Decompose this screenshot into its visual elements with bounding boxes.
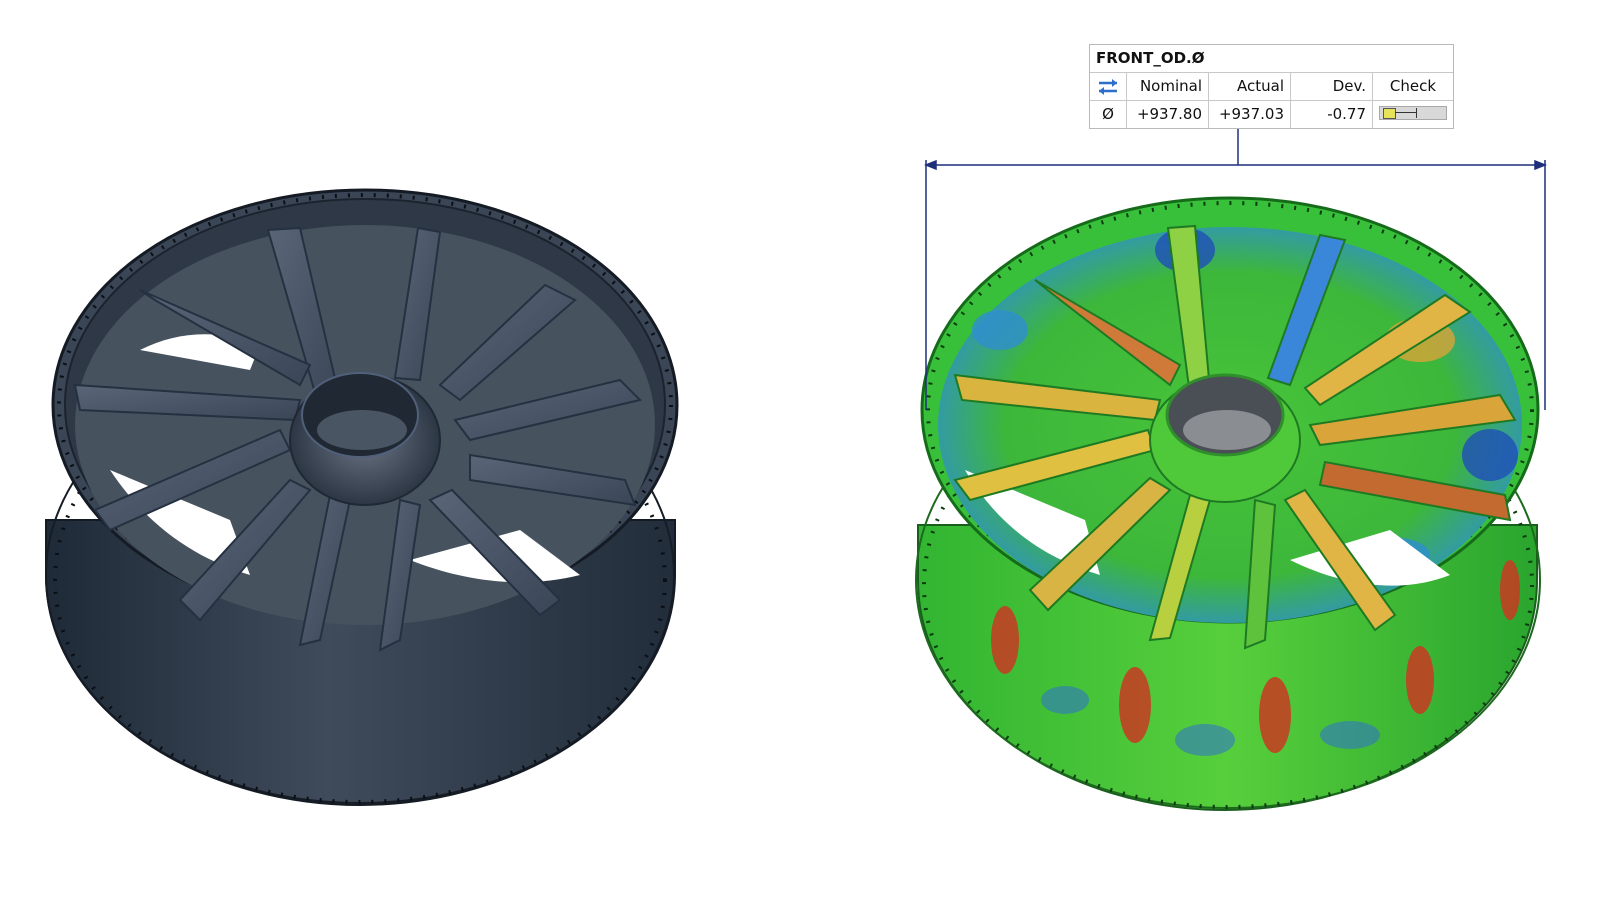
actual-value: +937.03 xyxy=(1208,101,1290,128)
tolerance-cap xyxy=(1416,108,1417,118)
tolerance-bar xyxy=(1379,106,1447,120)
callout-header-row: Nominal Actual Dev. Check xyxy=(1090,73,1453,100)
diameter-symbol: Ø xyxy=(1102,105,1114,123)
viewport-3d[interactable] xyxy=(0,0,1600,900)
header-nominal: Nominal xyxy=(1126,73,1208,100)
tolerance-marker xyxy=(1383,108,1396,119)
header-check: Check xyxy=(1372,73,1453,100)
callout-value-row: Ø +937.80 +937.03 -0.77 xyxy=(1090,100,1453,128)
cad-model xyxy=(45,188,679,807)
nominal-value: +937.80 xyxy=(1126,101,1208,128)
diameter-swap-icon[interactable] xyxy=(1090,73,1126,100)
header-dev: Dev. xyxy=(1290,73,1372,100)
colormap-model xyxy=(915,196,1541,812)
tolerance-whisker xyxy=(1395,112,1416,113)
callout-title: FRONT_OD.Ø xyxy=(1090,45,1453,73)
header-actual: Actual xyxy=(1208,73,1290,100)
check-indicator xyxy=(1372,101,1453,128)
deviation-value: -0.77 xyxy=(1290,101,1372,128)
measurement-callout[interactable]: FRONT_OD.Ø Nominal Actual Dev. Check Ø +… xyxy=(1089,44,1454,129)
